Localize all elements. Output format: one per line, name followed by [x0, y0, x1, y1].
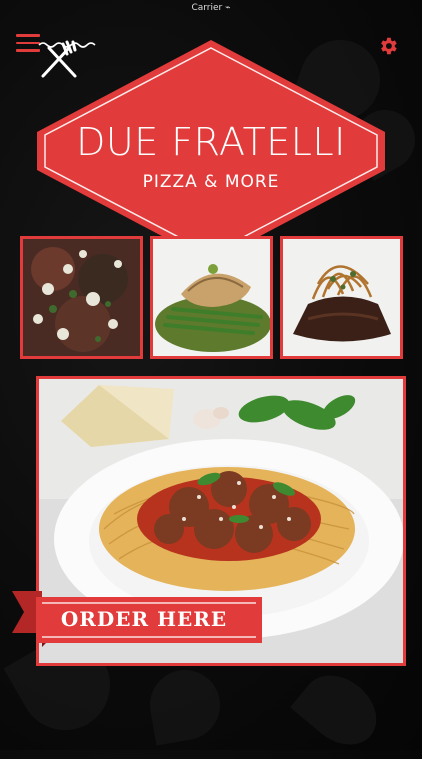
brand-title: DUE FRATELLI	[76, 120, 346, 164]
food-photo	[23, 239, 140, 356]
background-leaf	[290, 661, 390, 759]
order-here-button[interactable]: ORDER HERE	[38, 604, 250, 634]
gallery-item-steak-salad[interactable]	[20, 236, 143, 359]
wave-divider	[38, 42, 96, 48]
food-photo	[283, 239, 400, 356]
status-bar: Carrier ⌁	[0, 0, 422, 16]
gallery-item-fish-asparagus[interactable]	[150, 236, 273, 359]
hamburger-icon	[16, 34, 40, 37]
gallery-item-short-rib[interactable]	[280, 236, 403, 359]
brand-subtitle: PIZZA & MORE	[142, 172, 280, 192]
brand-logo: DUE FRATELLI PIZZA & MORE	[37, 40, 385, 262]
status-text: Carrier ⌁	[191, 3, 231, 13]
food-photo	[153, 239, 270, 356]
background-leaf	[144, 664, 226, 746]
